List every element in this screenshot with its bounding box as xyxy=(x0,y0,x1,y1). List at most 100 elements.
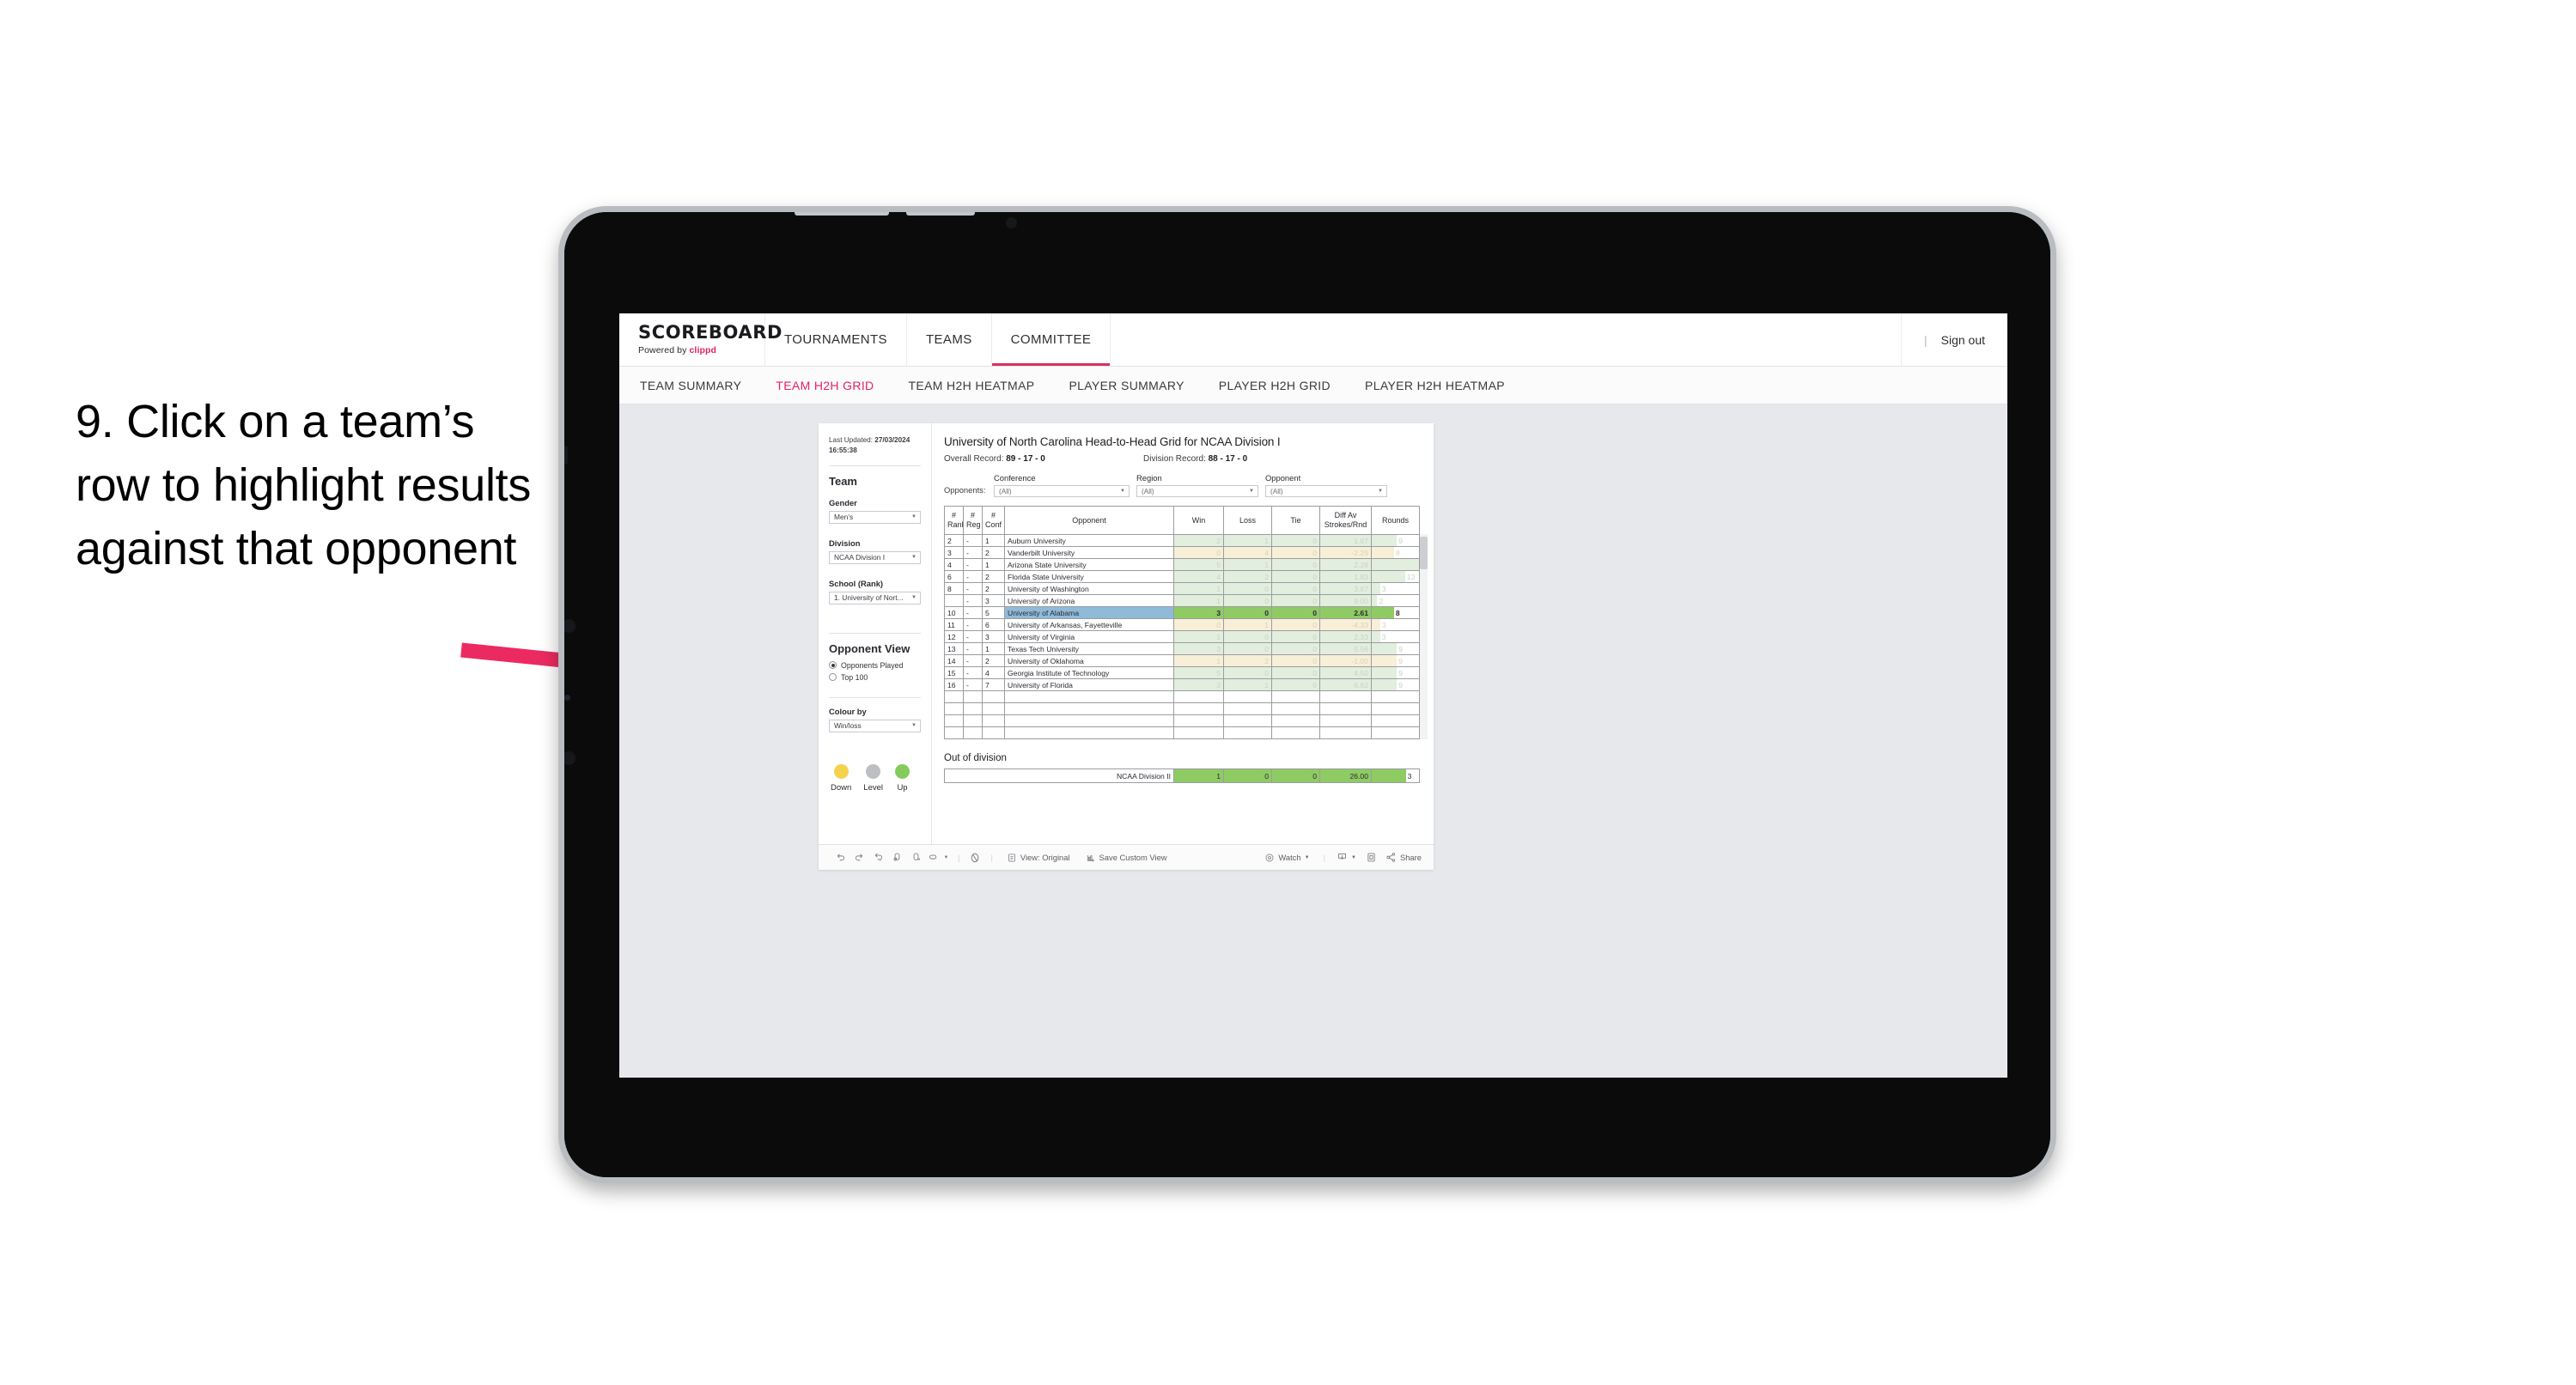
cell-reg: - xyxy=(963,642,983,655)
grid-scrollbar[interactable] xyxy=(1420,537,1428,569)
cell-win: 1 xyxy=(1173,582,1224,595)
table-row[interactable]: 13-1 Texas Tech University 3 0 0 5.56 9 xyxy=(944,642,1420,655)
refresh-icon[interactable] xyxy=(887,852,906,863)
highlight-icon[interactable] xyxy=(925,852,941,863)
out-of-division-row[interactable]: NCAA Division II 1 0 0 26.00 3 xyxy=(944,768,1420,783)
cell-empty xyxy=(1371,714,1420,727)
subnav-tab-team-h2h-grid[interactable]: TEAM H2H GRID xyxy=(776,379,874,392)
division-select[interactable]: NCAA Division I ▼ xyxy=(829,550,921,564)
chevron-down-icon: ▼ xyxy=(1351,854,1356,860)
cell-reg: - xyxy=(963,678,983,691)
filter-region-select[interactable]: (All) ▼ xyxy=(1136,485,1258,497)
chevron-down-icon[interactable]: ▼ xyxy=(941,855,952,860)
cell-empty xyxy=(963,714,983,727)
undo-icon[interactable] xyxy=(831,852,850,863)
viz-main: University of North Carolina Head-to-Hea… xyxy=(932,423,1434,844)
cell-loss: 1 xyxy=(1223,558,1272,571)
filter-conference-select[interactable]: (All) ▼ xyxy=(994,485,1130,497)
pause-icon[interactable] xyxy=(906,852,925,863)
table-row[interactable]: 8-2 University of Washington 1 0 0 3.67 3 xyxy=(944,582,1420,595)
table-row[interactable]: 14-2 University of Oklahoma 1 2 0 -1.00 9 xyxy=(944,654,1420,667)
cell-loss: 2 xyxy=(1223,654,1272,667)
gender-select[interactable]: Men’s ▼ xyxy=(829,510,921,524)
view-original-label: View: Original xyxy=(1020,853,1070,862)
nav-tab-committee[interactable]: COMMITTEE xyxy=(991,313,1111,366)
nav-tab-tournaments[interactable]: TOURNAMENTS xyxy=(765,313,907,366)
legend-label-level: Level xyxy=(863,782,884,793)
school-rank-select[interactable]: 1. University of Nort... ▼ xyxy=(829,591,921,604)
cell-empty xyxy=(1173,726,1224,739)
col-opponent: Opponent xyxy=(1004,506,1174,535)
subnav-tab-player-summary[interactable]: PLAYER SUMMARY xyxy=(1069,379,1184,392)
table-row-empty xyxy=(944,702,1420,715)
table-row[interactable]: 4-1Arizona State University5102.2817 xyxy=(944,558,1420,571)
cell-opponent: University of Alabama xyxy=(1004,606,1174,619)
radio-opponents-played[interactable]: Opponents Played xyxy=(829,661,921,670)
table-row[interactable]: 10-5 University of Alabama 3 0 0 2.61 8 xyxy=(944,606,1420,619)
subnav-tab-player-h2h-grid[interactable]: PLAYER H2H GRID xyxy=(1219,379,1331,392)
cell-tie: 0 xyxy=(1271,618,1320,631)
cell-opponent: Arizona State University xyxy=(1004,558,1174,571)
ood-rounds: 3 xyxy=(1371,768,1420,783)
table-row[interactable]: 6-2 Florida State University 4 2 0 1.83 12 xyxy=(944,570,1420,583)
cell-empty xyxy=(982,702,1005,715)
view-original-button[interactable]: View: Original xyxy=(999,853,1078,863)
radio-opponents-played-label: Opponents Played xyxy=(841,660,904,670)
cell-conf: 2 xyxy=(982,546,1005,559)
redo-icon[interactable] xyxy=(850,852,868,863)
download-button[interactable]: ▼ xyxy=(1331,852,1361,863)
rounds-bar xyxy=(1372,583,1380,594)
chevron-down-icon: ▼ xyxy=(1249,489,1254,494)
subnav-tab-team-h2h-heatmap[interactable]: TEAM H2H HEATMAP xyxy=(909,379,1035,392)
cell-rank: 8 xyxy=(944,582,964,595)
table-row[interactable]: 3-2 Vanderbilt University 0 4 0 -2.29 8 xyxy=(944,546,1420,559)
rounds-bar xyxy=(1372,643,1398,654)
radio-top-100[interactable]: Top 100 xyxy=(829,673,921,682)
revert-icon[interactable] xyxy=(868,852,887,863)
filter-region: Region (All) ▼ xyxy=(1136,473,1258,497)
toolbar-divider-2: | xyxy=(990,853,993,862)
fullscreen-icon[interactable] xyxy=(1361,852,1382,863)
table-row[interactable]: 2-1 Auburn University 2 1 0 1.67 9 xyxy=(944,534,1420,547)
subnav-tab-team-summary[interactable]: TEAM SUMMARY xyxy=(640,379,741,392)
table-row[interactable]: 11-6 University of Arkansas, Fayetteville… xyxy=(944,618,1420,631)
cell-conf: 7 xyxy=(982,678,1005,691)
cell-diff: 2.61 xyxy=(1319,606,1372,619)
cell-diff: 2.28 xyxy=(1319,558,1372,571)
tablet-front-camera xyxy=(564,619,575,633)
workspace: Last Updated: 27/03/2024 16:55:38 Team G… xyxy=(619,404,2007,1078)
cell-opponent: University of Arkansas, Fayetteville xyxy=(1004,618,1174,631)
brand-title: SCOREBOARD xyxy=(638,322,783,343)
table-row[interactable]: -3 University of Arizona 1 0 0 9.00 2 xyxy=(944,594,1420,607)
subnav-tab-player-h2h-heatmap[interactable]: PLAYER H2H HEATMAP xyxy=(1365,379,1505,392)
cell-reg: - xyxy=(963,594,983,607)
filter-opponent-select[interactable]: (All) ▼ xyxy=(1265,485,1387,497)
clear-icon[interactable] xyxy=(965,852,984,864)
share-button[interactable]: Share xyxy=(1382,852,1434,863)
nav-tab-teams[interactable]: TEAMS xyxy=(907,313,992,366)
cell-loss: 4 xyxy=(1223,546,1272,559)
filter-conference: Conference (All) ▼ xyxy=(994,473,1130,497)
cell-diff: -4.33 xyxy=(1319,618,1372,631)
cell-empty xyxy=(944,702,964,715)
filter-sidebar: Last Updated: 27/03/2024 16:55:38 Team G… xyxy=(819,423,932,844)
table-row[interactable]: 16-7 University of Florida 3 1 0 6.62 9 xyxy=(944,678,1420,691)
cell-reg: - xyxy=(963,546,983,559)
cell-empty xyxy=(1223,702,1272,715)
rounds-bar xyxy=(1372,571,1405,582)
table-row[interactable]: 15-4 Georgia Institute of Technology 5 0 0 4.… xyxy=(944,666,1420,679)
watch-button[interactable]: Watch ▼ xyxy=(1257,853,1317,863)
colour-by-select[interactable]: Win/loss ▼ xyxy=(829,719,921,732)
cell-rounds: 9 xyxy=(1371,666,1420,679)
cell-reg: - xyxy=(963,666,983,679)
cell-win: 2 xyxy=(1173,534,1224,547)
cell-reg: - xyxy=(963,630,983,643)
table-row[interactable]: 12-3 University of Virginia 1 0 0 2.33 3 xyxy=(944,630,1420,643)
rounds-bar xyxy=(1372,679,1398,690)
ood-rounds-value: 3 xyxy=(1407,771,1412,781)
sign-out-link[interactable]: Sign out xyxy=(1941,333,1985,347)
cell-tie: 0 xyxy=(1271,642,1320,655)
cell-rounds: 9 xyxy=(1371,678,1420,691)
save-custom-view-button[interactable]: Save Custom View xyxy=(1078,853,1175,863)
cell-loss: 0 xyxy=(1223,666,1272,679)
